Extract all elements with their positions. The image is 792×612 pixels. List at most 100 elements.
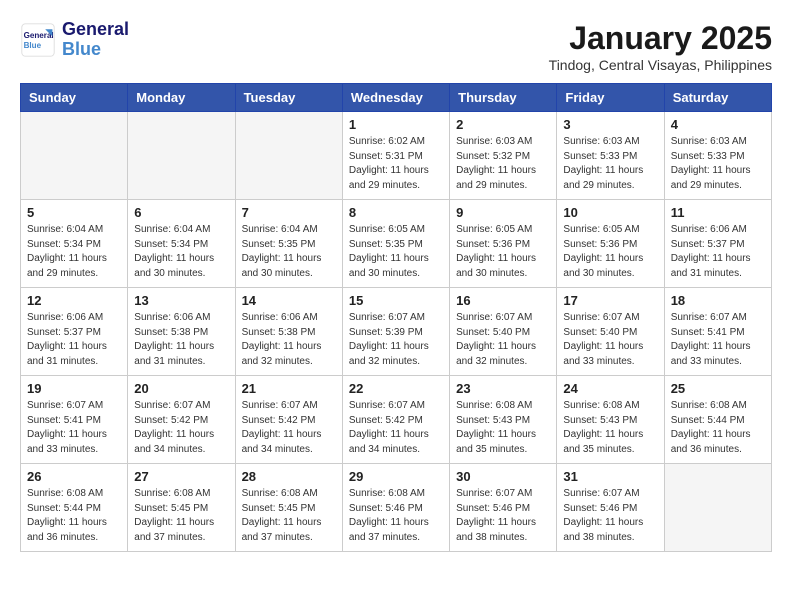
calendar-cell: 13 Sunrise: 6:06 AM Sunset: 5:38 PM Dayli… <box>128 288 235 376</box>
weekday-header-tuesday: Tuesday <box>235 84 342 112</box>
day-number: 21 <box>242 381 336 396</box>
calendar-cell: 18 Sunrise: 6:07 AM Sunset: 5:41 PM Dayli… <box>664 288 771 376</box>
calendar-cell: 21 Sunrise: 6:07 AM Sunset: 5:42 PM Dayli… <box>235 376 342 464</box>
day-number: 24 <box>563 381 657 396</box>
day-info: Sunrise: 6:05 AM Sunset: 5:35 PM Dayligh… <box>349 223 443 281</box>
day-number: 16 <box>456 293 550 308</box>
day-number: 25 <box>671 381 765 396</box>
day-info: Sunrise: 6:08 AM Sunset: 5:45 PM Dayligh… <box>242 487 336 545</box>
weekday-header-monday: Monday <box>128 84 235 112</box>
day-number: 23 <box>456 381 550 396</box>
day-info: Sunrise: 6:08 AM Sunset: 5:45 PM Dayligh… <box>134 487 228 545</box>
calendar-cell: 3 Sunrise: 6:03 AM Sunset: 5:33 PM Daylig… <box>557 112 664 200</box>
logo: General Blue General Blue <box>20 20 129 60</box>
calendar-cell: 12Sunrise: 6:06 AM Sunset: 5:37 PM Dayli… <box>21 288 128 376</box>
day-info: Sunrise: 6:07 AM Sunset: 5:46 PM Dayligh… <box>456 487 550 545</box>
day-info: Sunrise: 6:08 AM Sunset: 5:43 PM Dayligh… <box>563 399 657 457</box>
calendar-cell: 15 Sunrise: 6:07 AM Sunset: 5:39 PM Dayli… <box>342 288 449 376</box>
day-info: Sunrise: 6:07 AM Sunset: 5:39 PM Dayligh… <box>349 311 443 369</box>
day-number: 5 <box>27 205 121 220</box>
day-number: 20 <box>134 381 228 396</box>
calendar-cell: 6 Sunrise: 6:04 AM Sunset: 5:34 PM Daylig… <box>128 200 235 288</box>
calendar-cell: 16 Sunrise: 6:07 AM Sunset: 5:40 PM Dayli… <box>450 288 557 376</box>
day-info: Sunrise: 6:07 AM Sunset: 5:41 PM Dayligh… <box>671 311 765 369</box>
calendar-cell: 9Sunrise: 6:05 AM Sunset: 5:36 PM Daylig… <box>450 200 557 288</box>
day-info: Sunrise: 6:08 AM Sunset: 5:44 PM Dayligh… <box>671 399 765 457</box>
day-number: 18 <box>671 293 765 308</box>
calendar-cell: 4 Sunrise: 6:03 AM Sunset: 5:33 PM Daylig… <box>664 112 771 200</box>
day-info: Sunrise: 6:04 AM Sunset: 5:34 PM Dayligh… <box>134 223 228 281</box>
svg-text:Blue: Blue <box>24 41 42 50</box>
logo-icon: General Blue <box>20 22 56 58</box>
page-header: General Blue General Blue January 2025 T… <box>20 20 772 73</box>
location-title: Tindog, Central Visayas, Philippines <box>549 57 772 73</box>
weekday-header-friday: Friday <box>557 84 664 112</box>
day-info: Sunrise: 6:08 AM Sunset: 5:46 PM Dayligh… <box>349 487 443 545</box>
calendar-cell: 14 Sunrise: 6:06 AM Sunset: 5:38 PM Dayli… <box>235 288 342 376</box>
day-info: Sunrise: 6:06 AM Sunset: 5:38 PM Dayligh… <box>242 311 336 369</box>
calendar-cell: 30Sunrise: 6:07 AM Sunset: 5:46 PM Dayli… <box>450 464 557 552</box>
day-number: 8 <box>349 205 443 220</box>
day-info: Sunrise: 6:03 AM Sunset: 5:33 PM Dayligh… <box>563 135 657 193</box>
weekday-header-thursday: Thursday <box>450 84 557 112</box>
week-row-5: 26 Sunrise: 6:08 AM Sunset: 5:44 PM Dayli… <box>21 464 772 552</box>
calendar-cell: 26 Sunrise: 6:08 AM Sunset: 5:44 PM Dayli… <box>21 464 128 552</box>
day-info: Sunrise: 6:03 AM Sunset: 5:32 PM Dayligh… <box>456 135 550 193</box>
day-info: Sunrise: 6:07 AM Sunset: 5:46 PM Dayligh… <box>563 487 657 545</box>
calendar-cell: 10Sunrise: 6:05 AM Sunset: 5:36 PM Dayli… <box>557 200 664 288</box>
day-info: Sunrise: 6:04 AM Sunset: 5:34 PM Dayligh… <box>27 223 121 281</box>
calendar-cell: 31 Sunrise: 6:07 AM Sunset: 5:46 PM Dayli… <box>557 464 664 552</box>
day-number: 15 <box>349 293 443 308</box>
day-info: Sunrise: 6:06 AM Sunset: 5:38 PM Dayligh… <box>134 311 228 369</box>
day-number: 29 <box>349 469 443 484</box>
day-info: Sunrise: 6:07 AM Sunset: 5:42 PM Dayligh… <box>242 399 336 457</box>
day-number: 3 <box>563 117 657 132</box>
calendar-cell: 28 Sunrise: 6:08 AM Sunset: 5:45 PM Dayli… <box>235 464 342 552</box>
day-number: 11 <box>671 205 765 220</box>
week-row-4: 19Sunrise: 6:07 AM Sunset: 5:41 PM Dayli… <box>21 376 772 464</box>
day-info: Sunrise: 6:06 AM Sunset: 5:37 PM Dayligh… <box>671 223 765 281</box>
weekday-header-sunday: Sunday <box>21 84 128 112</box>
day-number: 6 <box>134 205 228 220</box>
calendar-cell: 27 Sunrise: 6:08 AM Sunset: 5:45 PM Dayli… <box>128 464 235 552</box>
day-number: 1 <box>349 117 443 132</box>
calendar-cell: 23 Sunrise: 6:08 AM Sunset: 5:43 PM Dayli… <box>450 376 557 464</box>
day-info: Sunrise: 6:03 AM Sunset: 5:33 PM Dayligh… <box>671 135 765 193</box>
title-block: January 2025 Tindog, Central Visayas, Ph… <box>549 20 772 73</box>
day-number: 28 <box>242 469 336 484</box>
week-row-1: 1 Sunrise: 6:02 AM Sunset: 5:31 PM Daylig… <box>21 112 772 200</box>
calendar-cell: 22Sunrise: 6:07 AM Sunset: 5:42 PM Dayli… <box>342 376 449 464</box>
calendar-cell <box>664 464 771 552</box>
day-info: Sunrise: 6:07 AM Sunset: 5:40 PM Dayligh… <box>456 311 550 369</box>
calendar-cell: 17 Sunrise: 6:07 AM Sunset: 5:40 PM Dayli… <box>557 288 664 376</box>
day-number: 26 <box>27 469 121 484</box>
day-info: Sunrise: 6:04 AM Sunset: 5:35 PM Dayligh… <box>242 223 336 281</box>
logo-line2: Blue <box>62 40 129 60</box>
calendar-cell: 2Sunrise: 6:03 AM Sunset: 5:32 PM Daylig… <box>450 112 557 200</box>
day-info: Sunrise: 6:02 AM Sunset: 5:31 PM Dayligh… <box>349 135 443 193</box>
day-info: Sunrise: 6:07 AM Sunset: 5:42 PM Dayligh… <box>134 399 228 457</box>
day-number: 27 <box>134 469 228 484</box>
calendar-cell: 7Sunrise: 6:04 AM Sunset: 5:35 PM Daylig… <box>235 200 342 288</box>
day-number: 12 <box>27 293 121 308</box>
month-title: January 2025 <box>549 20 772 57</box>
day-info: Sunrise: 6:05 AM Sunset: 5:36 PM Dayligh… <box>563 223 657 281</box>
day-number: 9 <box>456 205 550 220</box>
calendar-cell: 19Sunrise: 6:07 AM Sunset: 5:41 PM Dayli… <box>21 376 128 464</box>
week-row-3: 12Sunrise: 6:06 AM Sunset: 5:37 PM Dayli… <box>21 288 772 376</box>
calendar-cell <box>128 112 235 200</box>
weekday-header-saturday: Saturday <box>664 84 771 112</box>
day-info: Sunrise: 6:08 AM Sunset: 5:43 PM Dayligh… <box>456 399 550 457</box>
day-info: Sunrise: 6:08 AM Sunset: 5:44 PM Dayligh… <box>27 487 121 545</box>
calendar-cell <box>235 112 342 200</box>
day-info: Sunrise: 6:07 AM Sunset: 5:40 PM Dayligh… <box>563 311 657 369</box>
day-info: Sunrise: 6:07 AM Sunset: 5:42 PM Dayligh… <box>349 399 443 457</box>
calendar-cell: 1 Sunrise: 6:02 AM Sunset: 5:31 PM Daylig… <box>342 112 449 200</box>
calendar-cell: 5 Sunrise: 6:04 AM Sunset: 5:34 PM Daylig… <box>21 200 128 288</box>
day-number: 31 <box>563 469 657 484</box>
day-number: 13 <box>134 293 228 308</box>
day-number: 17 <box>563 293 657 308</box>
day-number: 14 <box>242 293 336 308</box>
calendar-cell <box>21 112 128 200</box>
day-number: 4 <box>671 117 765 132</box>
